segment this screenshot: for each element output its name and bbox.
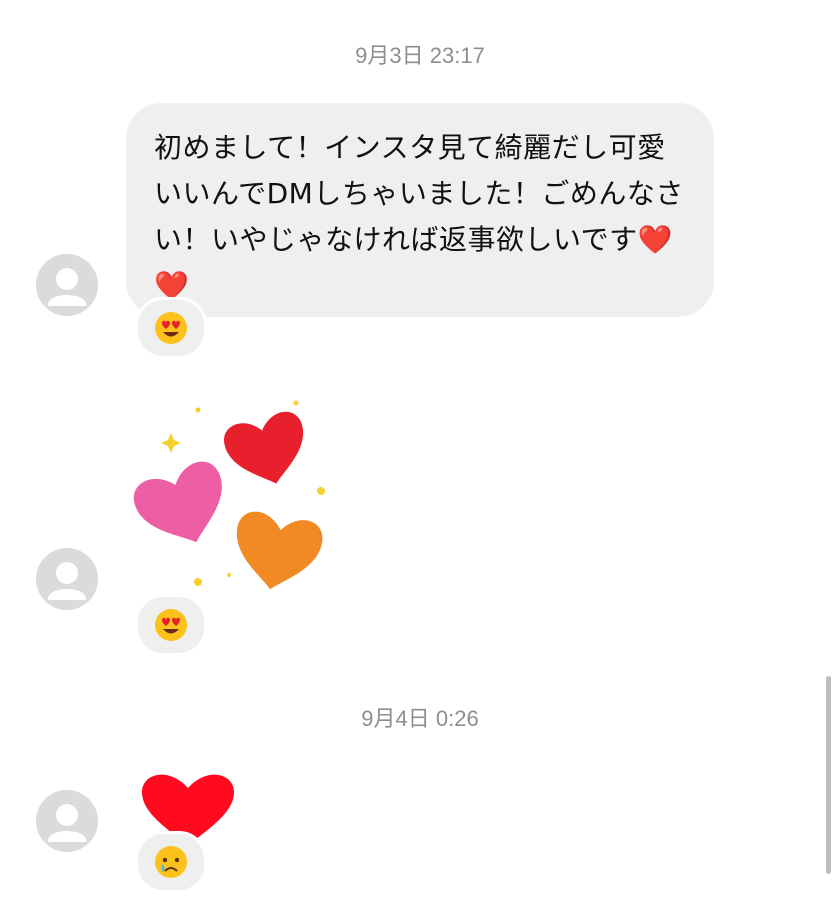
sender-avatar[interactable] [36,254,98,316]
crying-face-emoji-icon [155,846,187,878]
sender-avatar[interactable] [36,548,98,610]
timestamp: 9月4日 0:26 [361,706,479,731]
reaction-badge[interactable] [135,297,207,359]
default-avatar-icon [36,548,98,610]
heart-eyes-emoji-icon [155,609,187,641]
reaction-badge[interactable] [135,831,207,893]
default-avatar-icon [36,790,98,852]
sender-avatar[interactable] [36,790,98,852]
reaction-badge[interactable] [135,594,207,656]
message-text: 初めまして！インスタ見て綺麗だし可愛いいんでDMしちゃいました！ごめんなさい！い… [154,131,684,302]
three-hearts-sticker[interactable] [126,395,336,605]
default-avatar-icon [36,254,98,316]
message-bubble[interactable]: 初めまして！インスタ見て綺麗だし可愛いいんでDMしちゃいました！ごめんなさい！い… [126,103,714,317]
heart-eyes-emoji-icon [155,312,187,344]
timestamp: 9月3日 23:17 [355,43,485,68]
scrollbar[interactable] [826,676,831,874]
